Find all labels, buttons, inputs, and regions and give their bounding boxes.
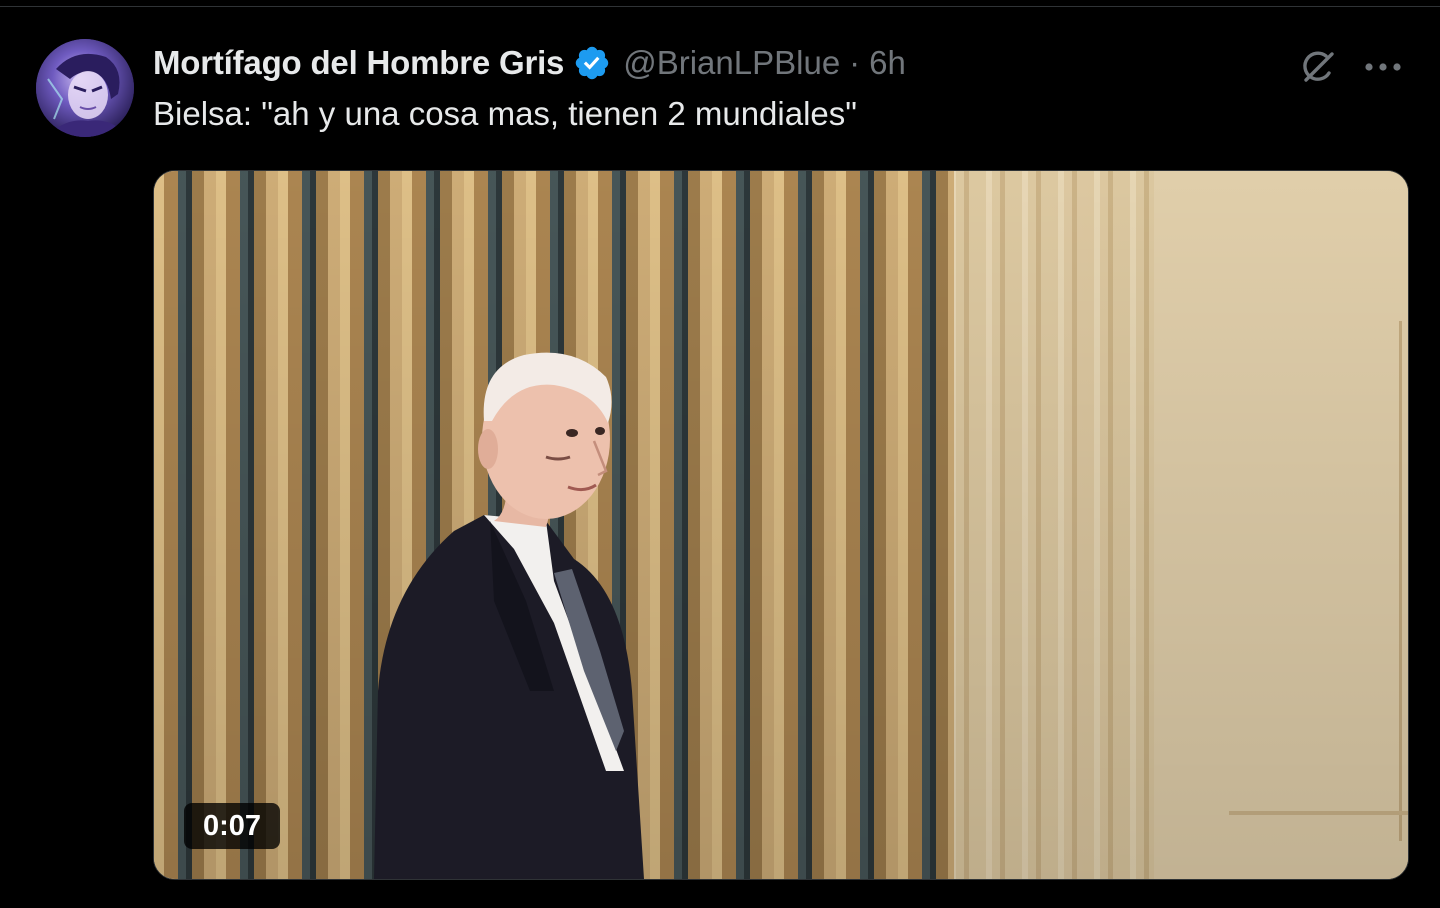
tweet-header: Mortífago del Hombre Gris @BrianLPBlue ·… xyxy=(153,41,906,85)
grok-button[interactable] xyxy=(1296,47,1340,91)
user-handle[interactable]: @BrianLPBlue xyxy=(623,44,840,82)
more-button[interactable] xyxy=(1360,49,1406,89)
avatar[interactable] xyxy=(36,39,134,137)
separator-dot: · xyxy=(849,44,861,81)
verified-badge-icon[interactable] xyxy=(573,44,611,82)
more-horizontal-icon xyxy=(1363,60,1403,78)
video-duration-badge: 0:07 xyxy=(184,803,281,849)
display-name[interactable]: Mortífago del Hombre Gris xyxy=(153,44,564,82)
grok-icon xyxy=(1298,47,1338,92)
tweet-text: Bielsa: "ah y una cosa mas, tienen 2 mun… xyxy=(153,95,857,132)
tweet[interactable]: Mortífago del Hombre Gris @BrianLPBlue ·… xyxy=(0,7,1440,908)
video-frame xyxy=(154,171,1408,879)
timestamp[interactable]: 6h xyxy=(869,44,906,82)
video-player[interactable]: 0:07 xyxy=(153,170,1409,880)
